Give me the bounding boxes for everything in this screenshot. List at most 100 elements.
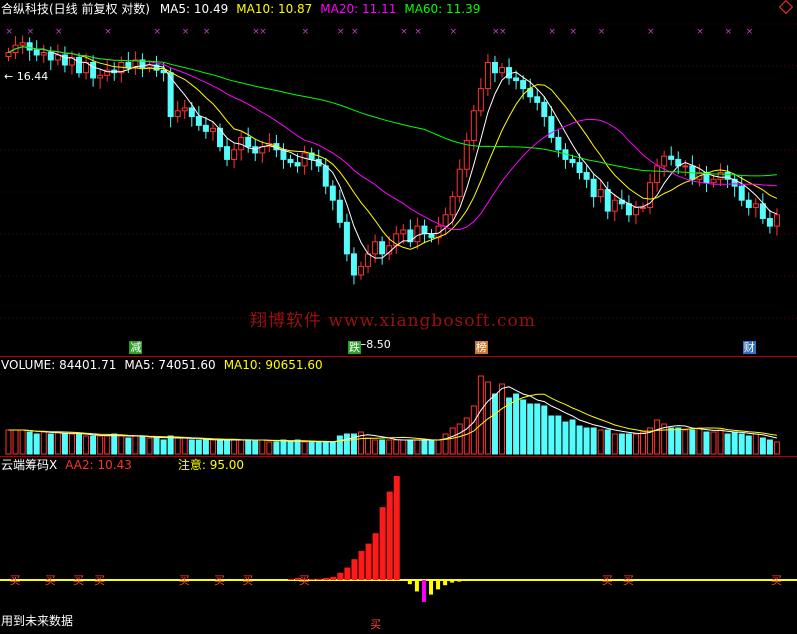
watermark: 翔博软件 www.xiangbosoft.com (250, 311, 536, 331)
signal-mark: × (499, 27, 507, 37)
candle-body (499, 67, 505, 74)
aa2-bar (464, 580, 469, 582)
volume-bar (717, 429, 724, 455)
signal-mark: × (154, 27, 162, 37)
volume-bar (745, 435, 752, 455)
buy-mark: 买 (179, 574, 190, 587)
candle-body (231, 149, 238, 160)
volume-bar (224, 439, 231, 455)
candle-body (146, 64, 153, 69)
candle-body (661, 155, 668, 167)
volume-bar (273, 441, 280, 455)
volume-bar (463, 417, 470, 455)
candle-body (668, 155, 675, 160)
volume-bar (759, 437, 766, 455)
ma10-line (8, 46, 778, 250)
signal-mark: × (400, 27, 408, 37)
candle-body (294, 162, 301, 167)
volume-bar (625, 433, 632, 455)
candle-body (379, 241, 386, 255)
volume-bar (731, 431, 738, 455)
volume-bar (54, 431, 61, 455)
candle-body (640, 206, 646, 209)
volume-bar (654, 419, 661, 455)
candle-body (40, 52, 47, 56)
aa2-bar (443, 580, 448, 586)
signal-mark: × (27, 27, 35, 37)
volume-bar (294, 439, 301, 455)
volume-bar (372, 439, 379, 455)
volume-bar (365, 437, 372, 455)
volume-bar (696, 427, 703, 455)
signal-mark: × (6, 27, 14, 37)
volume-bar (506, 397, 513, 455)
volume-bar (541, 405, 548, 455)
volume-bar (752, 433, 759, 455)
volume-bar (611, 433, 618, 455)
volume-bar (576, 425, 583, 455)
signal-mark: × (450, 27, 458, 37)
volume-bar (5, 429, 12, 455)
event-badge[interactable]: 榜 (474, 341, 488, 354)
candle-body (343, 221, 350, 255)
volume-bar (435, 439, 442, 455)
volume-bar (499, 383, 505, 455)
volume-bar (590, 427, 597, 455)
volume-bar (19, 429, 26, 455)
candle-body (224, 146, 231, 160)
event-badge[interactable]: 减 (129, 341, 143, 354)
aa2-bar (393, 476, 400, 580)
volume-bar (139, 435, 146, 455)
volume-bar (259, 439, 266, 455)
candle-body (195, 116, 202, 126)
signal-mark: × (203, 27, 211, 37)
candle-body (329, 185, 336, 201)
volume-bar (689, 429, 696, 455)
volume-bar (329, 441, 336, 455)
buy-mark: 买 (94, 574, 105, 587)
volume-chart (5, 375, 780, 455)
candle-body (365, 253, 372, 267)
legend-label: MA5: 10.49 (159, 2, 229, 16)
signal-mark: × (337, 27, 345, 37)
diamond-icon[interactable] (778, 0, 794, 15)
candle-body (456, 168, 463, 198)
candle-body (287, 158, 294, 164)
candle-body (597, 189, 604, 198)
candle-body (604, 189, 611, 212)
volume-bar (245, 439, 252, 455)
candle-body (174, 110, 181, 118)
volume-bar (217, 439, 223, 455)
candle-body (576, 162, 583, 174)
volume-bar (527, 403, 534, 455)
candle-body (555, 136, 562, 151)
legend-label: VOLUME: 84401.71 (1, 358, 117, 372)
volume-bar (202, 439, 209, 455)
candle-body (759, 203, 766, 220)
event-badge[interactable]: 跌 (347, 341, 361, 354)
volume-bar (280, 439, 287, 455)
volume-bar (400, 439, 407, 455)
buy-mark: 买 (299, 574, 310, 587)
volume-bar (209, 439, 216, 455)
legend-label: MA60: 11.39 (404, 2, 481, 16)
signal-mark: × (259, 27, 267, 37)
candle-body (632, 206, 639, 216)
buy-mark: 买 (10, 574, 21, 587)
volume-bar (442, 433, 449, 455)
volume-bar (104, 435, 111, 455)
buy-mark: 买 (602, 574, 613, 587)
aa2-bar (386, 491, 393, 580)
volume-bar (449, 427, 456, 455)
volume-bar (414, 439, 421, 455)
candle-body (252, 146, 259, 154)
volume-bar (76, 433, 82, 455)
ma-legend: MA5: 10.49 MA10: 10.87 MA20: 11.11 MA60: 11… (160, 2, 481, 16)
volume-bar (125, 437, 132, 455)
volume-bar (252, 439, 259, 455)
legend-label: 云端筹码X (1, 458, 58, 472)
signal-mark: × (598, 27, 606, 37)
event-badge[interactable]: 财 (742, 341, 756, 354)
volume-bar (618, 433, 625, 455)
candle-body (654, 165, 661, 184)
